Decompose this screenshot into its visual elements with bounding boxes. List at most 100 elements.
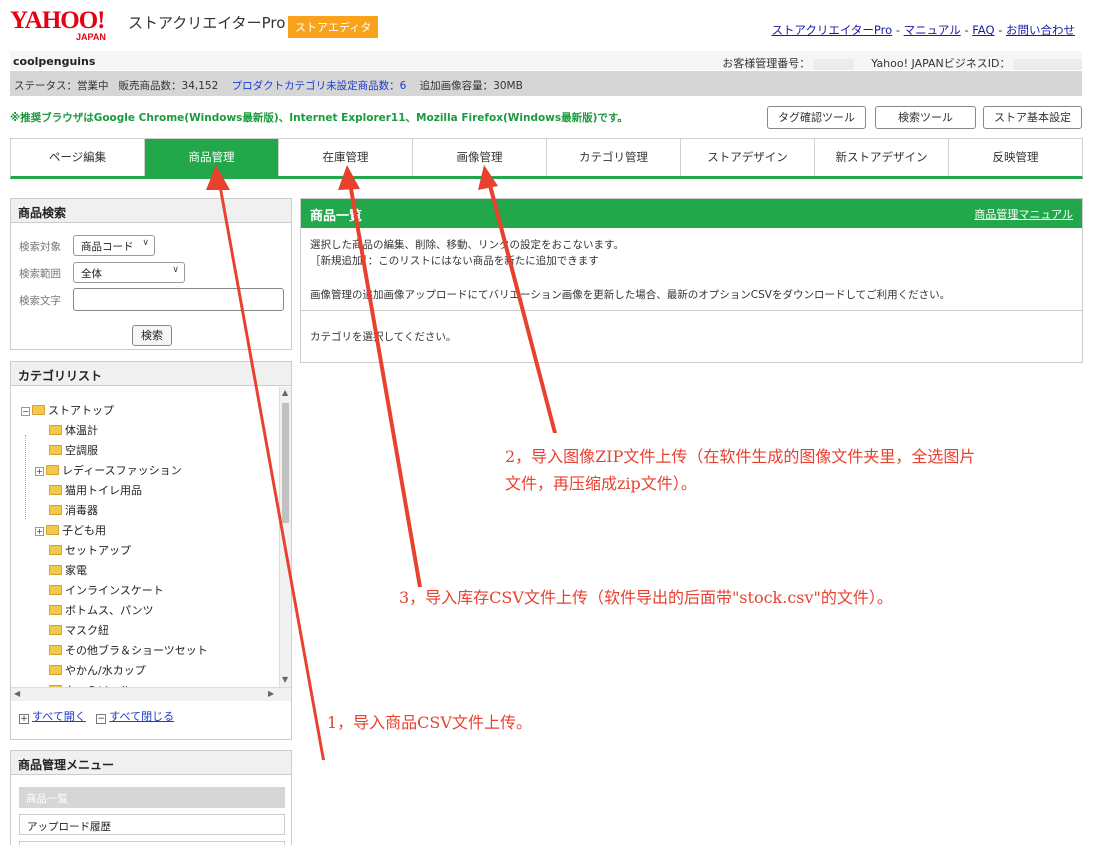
app-title: ストアクリエイターPro xyxy=(128,14,286,32)
folder-icon xyxy=(49,545,62,555)
customer-number-label: お客様管理番号： xyxy=(722,57,811,70)
top-links: ストアクリエイターPro - マニュアル - FAQ - お問い合わせ xyxy=(771,22,1075,38)
masked-customer-number xyxy=(813,58,854,70)
link-store-creator-pro[interactable]: ストアクリエイターPro xyxy=(771,23,892,37)
scroll-down-icon[interactable]: ▼ xyxy=(282,675,288,684)
tree-item[interactable]: 空調服 xyxy=(49,443,98,459)
product-list-panel: 商品一覧 商品管理マニュアル 選択した商品の編集、削除、移動、リンクの設定をおこ… xyxy=(300,198,1083,363)
tree-item[interactable]: インラインスケート xyxy=(49,583,164,599)
folder-icon xyxy=(49,425,62,435)
tree-item[interactable]: マスク紐 xyxy=(49,623,109,639)
menu-item-next[interactable] xyxy=(19,841,285,845)
store-editor-badge: ストアエディタ xyxy=(288,16,379,38)
tree-item[interactable]: セットアップ xyxy=(49,543,131,559)
tab-category-management[interactable]: カテゴリ管理 xyxy=(547,139,681,176)
expand-icon[interactable]: + xyxy=(35,467,44,476)
menu-item-product-list[interactable]: 商品一覧 xyxy=(19,787,285,808)
link-faq[interactable]: FAQ xyxy=(972,23,994,37)
folder-icon xyxy=(49,625,62,635)
tree-item[interactable]: 家電 xyxy=(49,563,87,579)
divider xyxy=(301,310,1082,311)
folder-icon xyxy=(49,565,62,575)
folder-icon xyxy=(32,405,45,415)
folder-icon xyxy=(49,445,62,455)
scroll-left-icon[interactable]: ◀ xyxy=(14,689,20,698)
folder-icon xyxy=(49,585,62,595)
store-settings-button[interactable]: ストア基本設定 xyxy=(983,106,1082,129)
store-ids: お客様管理番号： Yahoo! JAPANビジネスID： xyxy=(722,55,1082,71)
tree-item[interactable]: その他ブラ＆ショーツセット xyxy=(49,643,208,659)
empty-category-message: カテゴリを選択してください。 xyxy=(310,331,457,343)
product-search-title: 商品検索 xyxy=(11,199,291,223)
search-text-input[interactable] xyxy=(73,288,284,311)
extra-image-capacity: 追加画像容量：30MB xyxy=(419,80,523,92)
product-list-header: 商品一覧 商品管理マニュアル xyxy=(301,199,1082,228)
tab-page-edit[interactable]: ページ編集 xyxy=(11,139,145,176)
scroll-up-icon[interactable]: ▲ xyxy=(282,388,288,397)
scroll-thumb[interactable] xyxy=(282,403,289,523)
product-manual-link[interactable]: 商品管理マニュアル xyxy=(974,206,1073,222)
tree-item-label: マスク紐 xyxy=(65,624,109,637)
uncategorized-count-link[interactable]: プロダクトカテゴリ未設定商品数：6 xyxy=(232,80,407,92)
tree-item-label: 猫用トイレ用品 xyxy=(65,484,142,497)
tab-image-management[interactable]: 画像管理 xyxy=(413,139,547,176)
search-target-select[interactable]: 商品コード ∨ xyxy=(73,235,155,256)
tree-item-label: やかん/水カップ xyxy=(65,664,146,677)
tree-item[interactable]: 消毒器 xyxy=(49,503,98,519)
tab-store-design[interactable]: ストアデザイン xyxy=(681,139,815,176)
folder-icon xyxy=(49,505,62,515)
tree-footer: + すべて開く − すべて閉じる xyxy=(19,708,174,724)
link-manual[interactable]: マニュアル xyxy=(904,23,961,37)
logo-main-text: YAHOO! xyxy=(10,7,105,34)
expand-all-link[interactable]: すべて開く xyxy=(32,710,86,723)
category-list-panel: カテゴリリスト − ストアトップ 体温計 空調服 + レディースファッション 猫用トイレ用… xyxy=(10,361,292,740)
tree-item[interactable]: 猫用トイレ用品 xyxy=(49,483,142,499)
scroll-right-icon[interactable]: ▶ xyxy=(268,689,274,698)
expand-icon[interactable]: + xyxy=(35,527,44,536)
product-count: 販売商品数：34,152 xyxy=(118,80,219,92)
masked-business-id xyxy=(1014,58,1082,70)
tree-item-label: ストアトップ xyxy=(48,404,114,417)
horizontal-scrollbar[interactable]: ◀ ▶ xyxy=(11,687,291,701)
search-target-value: 商品コード xyxy=(81,241,134,253)
tree-item-label: ボトムス、パンツ xyxy=(65,604,154,617)
link-contact[interactable]: お問い合わせ xyxy=(1006,23,1075,37)
search-range-select[interactable]: 全体 ∨ xyxy=(73,262,185,283)
tab-product-management[interactable]: 商品管理 xyxy=(145,139,279,176)
description-line-3: 画像管理の追加画像アップロードにてバリエーション画像を更新した場合、最新のオプシ… xyxy=(310,289,951,301)
tree-item-label: その他ブラ＆ショーツセット xyxy=(65,644,208,657)
tree-item[interactable]: + 子ども用 xyxy=(35,523,106,539)
menu-item-upload-history[interactable]: アップロード履歴 xyxy=(19,814,285,835)
header: YAHOO! JAPAN ストアクリエイターPro ストアエディタ ストアクリエ… xyxy=(0,0,1095,48)
collapse-all-link[interactable]: すべて閉じる xyxy=(109,710,174,723)
collapse-icon[interactable]: − xyxy=(21,407,30,416)
tree-item[interactable]: ボトムス、パンツ xyxy=(49,603,154,619)
tree-item[interactable]: 体温計 xyxy=(49,423,98,439)
tree-item[interactable]: + レディースファッション xyxy=(35,463,182,479)
tab-new-store-design[interactable]: 新ストアデザイン xyxy=(815,139,949,176)
folder-icon xyxy=(46,465,59,475)
annotation-note-3: 3，导入库存CSV文件上传（软件导出的后面带"stock.csv"的文件）。 xyxy=(399,588,893,607)
tree-item-label: セットアップ xyxy=(65,544,131,557)
tree-item[interactable]: やかん/水カップ xyxy=(49,663,146,679)
tree-item-label: 空調服 xyxy=(65,444,98,457)
description-line-2: ［新規追加］：このリストにはない商品を新たに追加できます xyxy=(310,255,599,267)
tab-publish-management[interactable]: 反映管理 xyxy=(949,139,1082,176)
yahoo-japan-logo[interactable]: YAHOO! JAPAN xyxy=(10,7,106,42)
search-tool-button[interactable]: 検索ツール xyxy=(875,106,976,129)
tree-item-root[interactable]: − ストアトップ xyxy=(21,403,114,419)
tree-item-label: レディースファッション xyxy=(62,464,182,477)
search-range-value: 全体 xyxy=(81,268,102,280)
category-tree: − ストアトップ 体温計空調服 + レディースファッション 猫用トイレ用品消毒器 + 子ども… xyxy=(11,387,279,687)
tag-check-tool-button[interactable]: タグ確認ツール xyxy=(767,106,866,129)
link-separator: - xyxy=(895,23,900,37)
tree-item-label: 体温計 xyxy=(65,424,98,437)
tab-inventory-management[interactable]: 在庫管理 xyxy=(279,139,413,176)
link-separator: - xyxy=(998,23,1003,37)
search-range-label: 検索範囲 xyxy=(19,268,61,280)
search-button[interactable]: 検索 xyxy=(132,325,172,346)
business-id-label: Yahoo! JAPANビジネスID： xyxy=(871,57,1011,70)
store-bar: coolpenguins お客様管理番号： Yahoo! JAPANビジネスID… xyxy=(10,51,1082,70)
annotation-note-1: 1，导入商品CSV文件上传。 xyxy=(327,713,532,732)
vertical-scrollbar[interactable]: ▲ ▼ xyxy=(279,387,291,687)
